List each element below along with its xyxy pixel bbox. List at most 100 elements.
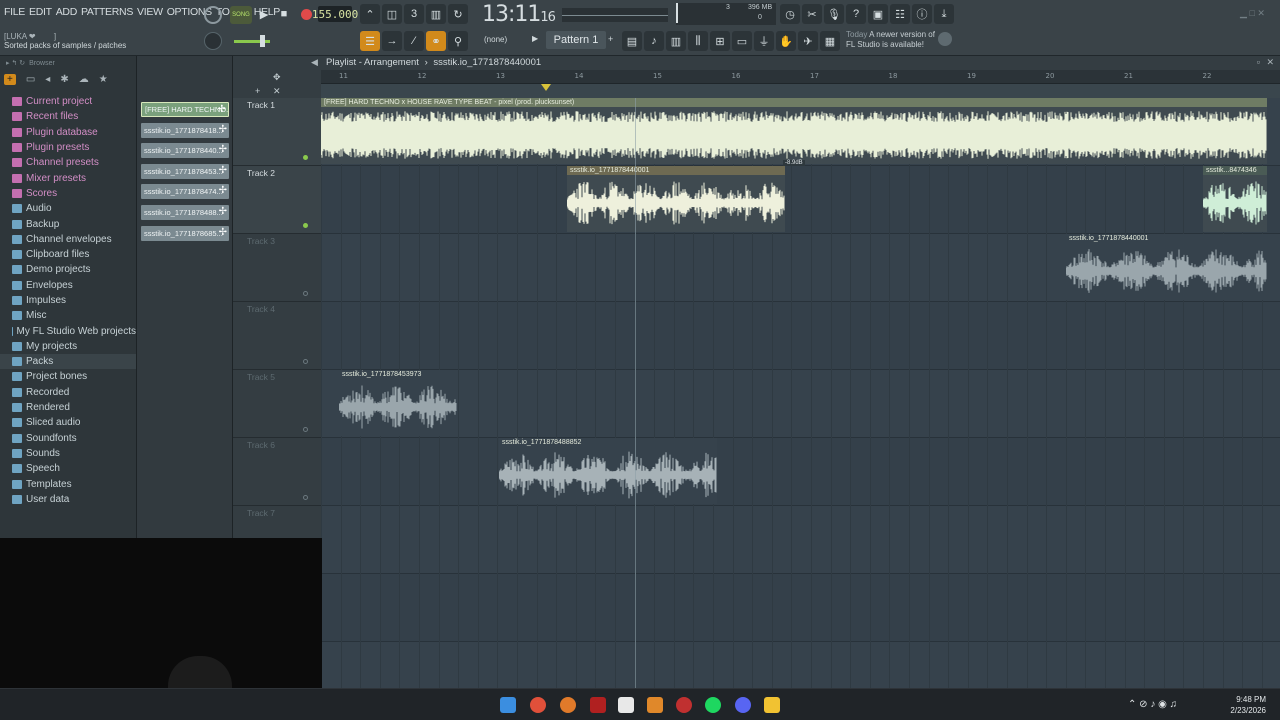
snap-selector[interactable]: (none) xyxy=(484,35,507,44)
browser-gear-icon[interactable]: ✱ xyxy=(60,74,68,85)
touch-keyboard-button[interactable]: ✋ xyxy=(776,31,796,51)
clip-add-icon[interactable]: ✢ xyxy=(219,206,227,217)
pattern-prev-icon[interactable]: ▶ xyxy=(532,34,542,46)
browser-star-icon[interactable]: ★ xyxy=(99,74,108,85)
clip-header[interactable]: ssstik...8474346 xyxy=(1203,166,1267,175)
slider-handle[interactable] xyxy=(260,35,265,47)
capcut-icon[interactable] xyxy=(618,697,634,713)
playlist-close-icon[interactable]: ✕ xyxy=(1266,57,1274,68)
browser-item[interactable]: My projects xyxy=(0,339,136,354)
play-button[interactable]: ▶ xyxy=(254,4,274,24)
chrome-icon[interactable] xyxy=(530,697,546,713)
playlist-menu-icon[interactable]: ◀ xyxy=(311,57,318,68)
loop-record-button[interactable]: ↻ xyxy=(448,4,468,24)
spotify-icon[interactable] xyxy=(705,697,721,713)
start-icon[interactable] xyxy=(500,697,516,713)
playlist-clip[interactable]: [FREE] HARD TECHNO x HOUSE RAVE TYPE BEA… xyxy=(321,98,1267,164)
snap-button[interactable]: ☰ xyxy=(360,31,380,51)
playlist-clip[interactable]: ssstik.io_1771878488852 xyxy=(499,438,717,504)
track-lane[interactable] xyxy=(321,302,1280,370)
browser-cloud-icon[interactable]: ☁ xyxy=(79,74,89,85)
browser-item[interactable]: Envelopes xyxy=(0,278,136,293)
browser-item[interactable]: Speech xyxy=(0,461,136,476)
stamp-button[interactable]: ⚲ xyxy=(448,31,468,51)
master-volume-knob[interactable] xyxy=(204,32,222,50)
mic-button[interactable]: 🎙 xyxy=(824,4,844,24)
browser-view-button[interactable]: ▭ xyxy=(732,31,752,51)
tempo-display[interactable]: 155.000 xyxy=(312,6,358,22)
clip-header[interactable]: ssstik.io_1771878440001 xyxy=(567,166,785,175)
browser-item[interactable]: My FL Studio Web projects xyxy=(0,323,136,338)
browser-item[interactable]: Rendered xyxy=(0,400,136,415)
browser-item[interactable]: Sliced audio xyxy=(0,415,136,430)
file-explorer-icon[interactable] xyxy=(764,697,780,713)
menu-patterns[interactable]: PATTERNS xyxy=(81,6,133,18)
browser-item[interactable]: User data xyxy=(0,492,136,507)
menu-edit[interactable]: EDIT xyxy=(29,6,52,18)
browser-files-icon[interactable]: ▭ xyxy=(26,74,35,85)
browser-item[interactable]: Demo projects xyxy=(0,262,136,277)
firefox-icon[interactable] xyxy=(560,697,576,713)
browser-item[interactable]: Recent files xyxy=(0,109,136,124)
remove-icon[interactable]: ✕ xyxy=(273,86,281,97)
track-mute-led[interactable] xyxy=(303,223,308,228)
clip-source-item[interactable]: ssstik.io_17718784­53... ✢ xyxy=(141,163,229,179)
stop-button[interactable]: ■ xyxy=(274,4,294,24)
clip-add-icon[interactable]: ✢ xyxy=(219,165,227,176)
browser-item[interactable]: Channel envelopes xyxy=(0,232,136,247)
discord-icon[interactable] xyxy=(735,697,751,713)
draw-tool-button[interactable]: ⁄ xyxy=(404,31,424,51)
info-button[interactable]: ⓘ xyxy=(912,4,932,24)
track-mute-led[interactable] xyxy=(303,155,308,160)
clip-source-item[interactable]: ssstik.io_17718784­74... ✢ xyxy=(141,184,229,200)
browser-item[interactable]: Plugin presets xyxy=(0,140,136,155)
shop-button[interactable]: ▦ xyxy=(820,31,840,51)
clip-source-item[interactable]: ssstik.io_17718784­18... ✢ xyxy=(141,122,229,138)
browser-item[interactable]: Current project xyxy=(0,94,136,109)
playhead-marker[interactable] xyxy=(541,84,551,91)
help-button[interactable]: ? xyxy=(846,4,866,24)
tray-icons[interactable]: ⌃ ⊘ ♪ ◉ ♫ xyxy=(1128,699,1177,710)
track-header[interactable]: Track 3 xyxy=(233,234,321,302)
browser-item[interactable]: Templates xyxy=(0,476,136,491)
browser-item[interactable]: Sounds xyxy=(0,446,136,461)
mixer-view-button[interactable]: ⫼ xyxy=(688,31,708,51)
browser-item[interactable]: Scores xyxy=(0,186,136,201)
playlist-view-button[interactable]: ▤ xyxy=(622,31,642,51)
browser-item[interactable]: Plugin database xyxy=(0,125,136,140)
download-button[interactable]: ⤓ xyxy=(934,4,954,24)
track-lane[interactable] xyxy=(321,166,1280,234)
track-mute-led[interactable] xyxy=(303,291,308,296)
track-lane[interactable] xyxy=(321,642,1280,688)
clip-add-icon[interactable]: ✢ xyxy=(219,124,227,135)
menu-file[interactable]: FILE xyxy=(4,6,25,18)
browser-item[interactable]: Mixer presets xyxy=(0,170,136,185)
clip-source-item[interactable]: [FREE] HARD TECHNO... ✢ xyxy=(141,102,229,117)
playlist-clip[interactable]: ssstik.io_1771878440001 xyxy=(1066,234,1267,300)
app-icon-red[interactable] xyxy=(590,697,606,713)
pattern-selector[interactable]: Pattern 1 xyxy=(546,31,606,49)
forward-button[interactable]: → xyxy=(382,31,402,51)
clip-header[interactable]: [FREE] HARD TECHNO x HOUSE RAVE TYPE BEA… xyxy=(321,98,1267,107)
metronome-button[interactable]: ⌃ xyxy=(360,4,380,24)
clip-source-item[interactable]: ssstik.io_17718784­40... ✢ xyxy=(141,143,229,159)
browser-plugins-icon[interactable]: ◂ xyxy=(45,74,50,85)
playlist-clip[interactable]: ssstik.io_1771878440001 xyxy=(567,166,785,232)
track-mute-led[interactable] xyxy=(303,495,308,500)
fl-studio-icon[interactable] xyxy=(647,697,663,713)
browser-item[interactable]: Clipboard files xyxy=(0,247,136,262)
browser-item[interactable]: Audio xyxy=(0,201,136,216)
browser-item[interactable]: Misc xyxy=(0,308,136,323)
clip-add-icon[interactable]: ✢ xyxy=(219,144,227,155)
maximize-icon[interactable]: □ xyxy=(1249,8,1254,18)
playlist-clip[interactable]: ssstik.io_1771878453973 xyxy=(339,370,457,436)
countdown-button[interactable]: 3 xyxy=(404,4,424,24)
browser-all-icon[interactable]: + xyxy=(4,73,16,85)
browser-item[interactable]: Channel presets xyxy=(0,155,136,170)
track-header[interactable]: Track 5 xyxy=(233,370,321,438)
link-button[interactable]: ⚭ xyxy=(426,31,446,51)
close-icon[interactable]: ✕ xyxy=(1257,8,1265,18)
browser-item[interactable]: Project bones xyxy=(0,369,136,384)
track-lane[interactable] xyxy=(321,438,1280,506)
clip-header[interactable]: ssstik.io_1771878440001 xyxy=(1066,234,1267,243)
